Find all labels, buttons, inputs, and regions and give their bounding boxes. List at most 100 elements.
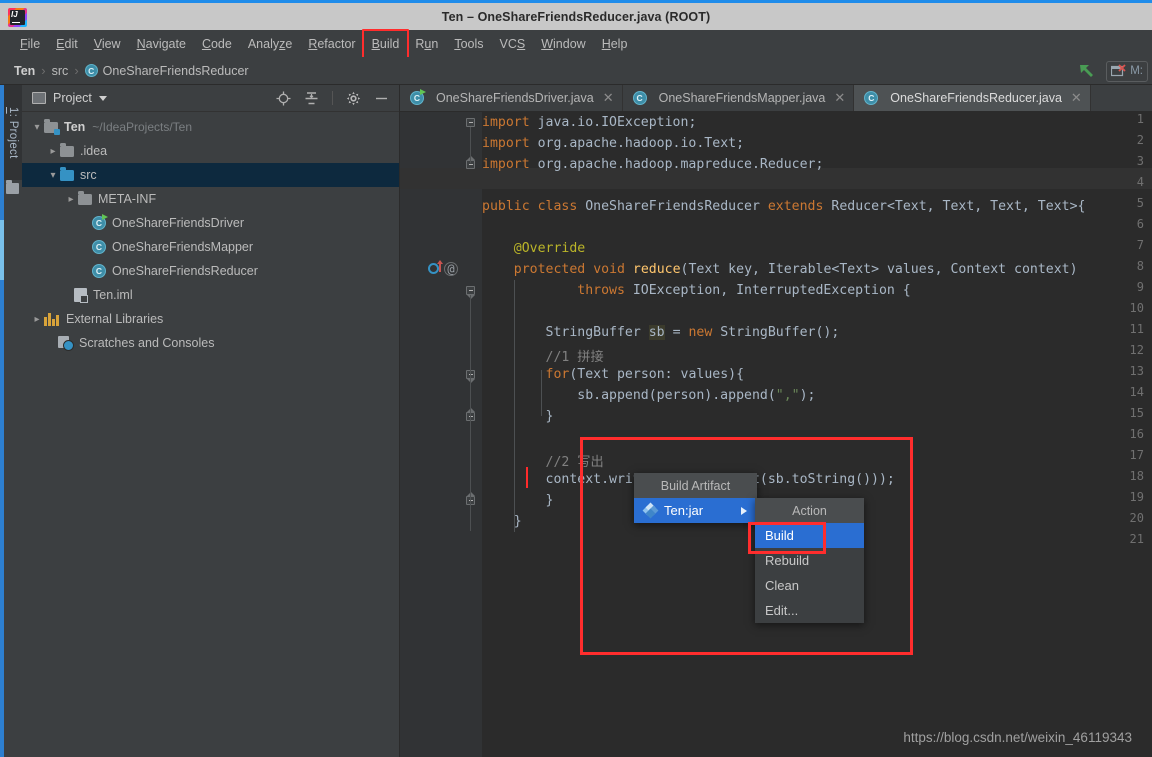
line-number: 2 — [1136, 133, 1144, 147]
tree-node-scratches[interactable]: ▸ Scratches and Consoles — [22, 331, 399, 355]
tree-node-external-libraries[interactable]: ▸ External Libraries — [22, 307, 399, 331]
popup-item-label: Rebuild — [765, 553, 810, 568]
popup-item-build[interactable]: Build — [755, 523, 864, 548]
line-number: 15 — [1129, 406, 1144, 420]
editor-tab-reducer[interactable]: C OneShareFriendsReducer.java ✕ — [854, 85, 1091, 111]
popup-item-label: Clean — [765, 578, 799, 593]
popup-item-clean[interactable]: Clean — [755, 573, 864, 598]
menu-item-vcs[interactable]: VCS — [492, 34, 534, 54]
code-line-13: for(Text person: values){ — [545, 367, 745, 382]
annotation-at-icon[interactable]: @ — [444, 262, 458, 276]
line-number: 14 — [1129, 385, 1144, 399]
tree-node-ten[interactable]: ▾ Ten ~/IdeaProjects/Ten — [22, 115, 399, 139]
folder-icon[interactable] — [6, 180, 19, 194]
chevron-down-icon[interactable]: ▾ — [46, 170, 60, 181]
code-editor[interactable]: 1 2 3 4 5 6 7 8 9 10 11 12 13 14 15 16 1… — [400, 112, 1152, 757]
chevron-down-icon[interactable] — [98, 95, 107, 101]
iml-file-icon — [74, 288, 88, 303]
editor-tab-label: OneShareFriendsMapper.java — [658, 91, 826, 105]
code-line-20: } — [482, 514, 522, 529]
fold-marker-imports[interactable] — [466, 118, 475, 127]
line-number: 21 — [1129, 532, 1144, 546]
tree-node-label: .idea — [80, 144, 108, 158]
tree-node-label: OneShareFriendsReducer — [112, 264, 258, 278]
popup-item-label: Build — [765, 528, 794, 543]
fold-guide-line — [470, 295, 471, 501]
tree-node-meta-inf[interactable]: ▸ META-INF — [22, 187, 399, 211]
menu-item-navigate[interactable]: Navigate — [129, 34, 194, 54]
close-icon[interactable]: ✕ — [603, 90, 614, 106]
tree-node-ten-iml[interactable]: ▸ Ten.iml — [22, 283, 399, 307]
project-view-icon — [32, 92, 46, 104]
override-method-icon[interactable] — [428, 263, 439, 274]
line-number: 13 — [1129, 364, 1144, 378]
tree-node-src[interactable]: ▾ src — [22, 163, 399, 187]
module-folder-icon — [44, 118, 60, 135]
sidebar-tab-project[interactable]: 1: Project — [4, 85, 22, 180]
editor-tab-mapper[interactable]: C OneShareFriendsMapper.java ✕ — [623, 85, 855, 111]
tree-node-idea[interactable]: ▸ .idea — [22, 139, 399, 163]
menu-item-edit[interactable]: Edit — [48, 34, 86, 54]
close-icon[interactable]: ✕ — [1071, 90, 1082, 106]
line-number: 17 — [1129, 448, 1144, 462]
editor-tab-bar: C OneShareFriendsDriver.java ✕ C OneShar… — [400, 85, 1152, 112]
chevron-down-icon[interactable]: ▾ — [30, 122, 44, 133]
menu-item-build[interactable]: Build — [361, 28, 410, 59]
menu-item-run[interactable]: Run — [407, 34, 446, 54]
collapse-all-icon[interactable] — [304, 91, 319, 106]
close-icon[interactable]: ✕ — [834, 90, 845, 106]
menu-item-view[interactable]: View — [86, 34, 129, 54]
editor-tab-label: OneShareFriendsDriver.java — [436, 91, 594, 105]
java-class-icon: C — [92, 264, 106, 278]
menu-item-help[interactable]: Help — [594, 34, 636, 54]
minimize-icon[interactable] — [374, 91, 389, 106]
code-line-3: import org.apache.hadoop.mapreduce.Reduc… — [482, 157, 824, 172]
menu-item-analyze[interactable]: Analyze — [240, 34, 300, 54]
gear-icon[interactable] — [346, 91, 361, 106]
libraries-icon — [44, 312, 60, 326]
editor-gutter[interactable] — [400, 112, 464, 757]
breadcrumb-item-src[interactable]: src — [52, 64, 69, 78]
menu-item-code[interactable]: Code — [194, 34, 240, 54]
watermark-text: https://blog.csdn.net/weixin_46119343 — [903, 730, 1132, 745]
editor-fold-column[interactable] — [464, 112, 482, 757]
popup-item-edit[interactable]: Edit... — [755, 598, 864, 623]
line-number: 20 — [1129, 511, 1144, 525]
popup-item-label: Edit... — [765, 603, 799, 618]
line-number: 16 — [1129, 427, 1144, 441]
chevron-right-icon[interactable]: ▸ — [46, 146, 60, 157]
make-module-icon — [1111, 64, 1126, 77]
action-popup: Action Build Rebuild Clean Edit... — [755, 498, 864, 623]
tree-node-driver[interactable]: ▸ C OneShareFriendsDriver — [22, 211, 399, 235]
tree-node-label: Scratches and Consoles — [79, 336, 215, 350]
tree-node-mapper[interactable]: ▸ C OneShareFriendsMapper — [22, 235, 399, 259]
toolbar-divider — [332, 91, 333, 105]
line-number: 12 — [1129, 343, 1144, 357]
menu-item-tools[interactable]: Tools — [446, 34, 491, 54]
popup-item-ten-jar[interactable]: Ten:jar — [634, 498, 757, 523]
build-artifact-popup: Build Artifact Ten:jar — [634, 473, 757, 523]
override-arrow-icon — [437, 260, 443, 272]
navbar-actions: M: — [1076, 57, 1152, 85]
make-module-button[interactable]: M: — [1106, 60, 1148, 82]
menu-item-file[interactable]: File — [12, 34, 48, 54]
line-number: 18 — [1129, 469, 1144, 483]
breadcrumb-item-project[interactable]: Ten — [14, 64, 35, 78]
line-number: 10 — [1129, 301, 1144, 315]
project-panel-title: Project — [53, 91, 92, 105]
source-folder-icon — [60, 166, 74, 181]
tree-node-reducer[interactable]: ▸ C OneShareFriendsReducer — [22, 259, 399, 283]
title-bar: Ten – OneShareFriendsReducer.java (ROOT) — [0, 0, 1152, 30]
code-line-14: sb.append(person).append(","); — [482, 388, 816, 403]
code-line-9: throws IOException, InterruptedException… — [577, 283, 911, 298]
fold-marker-method[interactable] — [466, 286, 475, 299]
chevron-right-icon[interactable]: ▸ — [30, 314, 44, 325]
locate-target-icon[interactable] — [276, 91, 291, 106]
breadcrumb-item-class[interactable]: C OneShareFriendsReducer — [84, 64, 249, 78]
editor-tab-driver[interactable]: C OneShareFriendsDriver.java ✕ — [400, 85, 623, 111]
run-green-arrow-icon[interactable] — [1076, 61, 1098, 81]
menu-item-refactor[interactable]: Refactor — [300, 34, 363, 54]
chevron-right-icon[interactable]: ▸ — [64, 194, 78, 205]
menu-item-window[interactable]: Window — [533, 34, 593, 54]
popup-item-rebuild[interactable]: Rebuild — [755, 548, 864, 573]
